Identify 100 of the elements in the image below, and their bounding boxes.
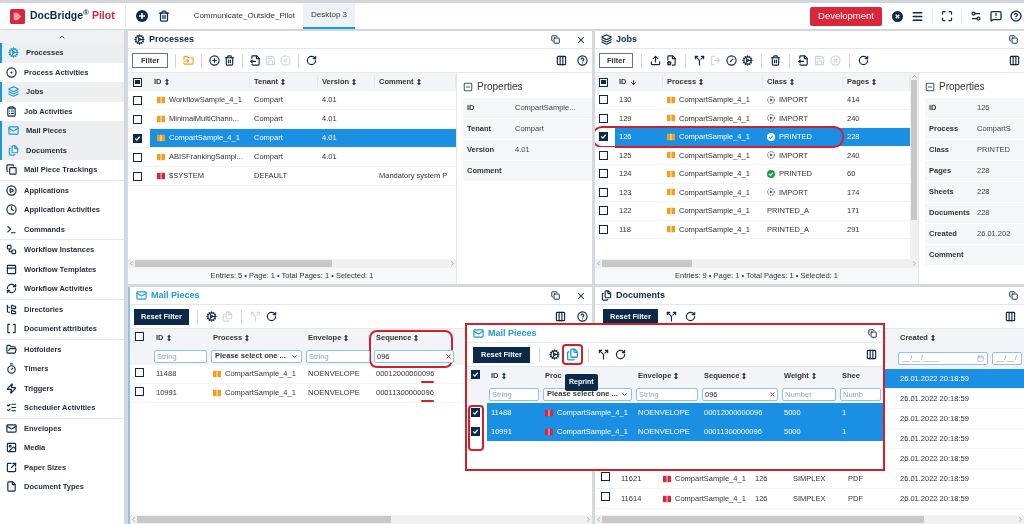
help-icon[interactable] xyxy=(577,311,588,322)
feedback-icon[interactable] xyxy=(990,10,1002,22)
brand-name: DocBridge$^{®}$ xyxy=(30,8,89,24)
checkbox[interactable] xyxy=(135,367,144,377)
sort-icon[interactable] xyxy=(416,78,421,86)
sort-icon[interactable] xyxy=(811,372,816,380)
sort-icon[interactable] xyxy=(872,78,877,86)
help-icon[interactable] xyxy=(577,55,588,66)
block-icon[interactable] xyxy=(726,55,738,66)
checkbox[interactable] xyxy=(133,133,142,143)
panel-title: Mail Pieces xyxy=(151,288,200,302)
close-icon[interactable] xyxy=(576,34,586,45)
refresh-icon[interactable] xyxy=(858,55,870,66)
refresh-icon[interactable] xyxy=(614,349,626,360)
sort-icon[interactable] xyxy=(790,78,794,86)
section-title: Properties xyxy=(477,80,523,94)
sort-icon[interactable] xyxy=(674,372,679,380)
close-circle-icon[interactable] xyxy=(892,10,903,22)
tab[interactable]: Desktop 3 xyxy=(303,3,356,29)
refresh-icon[interactable] xyxy=(684,311,696,322)
folder-icon xyxy=(545,408,553,417)
columns-icon[interactable] xyxy=(1009,55,1020,66)
split-icon[interactable] xyxy=(597,349,609,360)
tab[interactable]: Communicate_Outside_Pilot xyxy=(185,3,304,29)
restore-icon[interactable] xyxy=(551,35,560,44)
checkbox[interactable] xyxy=(599,206,608,216)
checkbox[interactable] xyxy=(133,77,142,87)
clear-icon[interactable] xyxy=(769,390,776,398)
checkbox[interactable] xyxy=(471,427,480,436)
sort-icon[interactable] xyxy=(245,334,250,342)
columns-icon[interactable] xyxy=(866,349,877,360)
checkbox[interactable] xyxy=(599,224,608,234)
collapse-icon[interactable] xyxy=(463,81,473,92)
play-circle-icon xyxy=(767,95,775,104)
sort-down-icon[interactable] xyxy=(629,78,637,86)
export-icon[interactable] xyxy=(250,55,262,66)
checkbox[interactable] xyxy=(471,370,480,380)
checkbox[interactable] xyxy=(133,114,142,124)
sort-icon[interactable] xyxy=(281,78,286,86)
menu-icon[interactable] xyxy=(911,9,924,23)
sort-icon[interactable] xyxy=(164,78,169,86)
checkbox[interactable] xyxy=(599,150,608,160)
folder-icon xyxy=(667,169,675,178)
file-gear-icon[interactable] xyxy=(666,55,678,66)
upload-icon[interactable] xyxy=(650,55,662,66)
checkbox[interactable] xyxy=(599,113,608,123)
gear-icon[interactable] xyxy=(205,311,217,322)
split-icon[interactable] xyxy=(694,55,706,66)
checkbox[interactable] xyxy=(599,95,608,105)
export-icon[interactable] xyxy=(798,55,810,66)
add-icon[interactable] xyxy=(135,10,148,22)
checkbox[interactable] xyxy=(601,492,610,502)
section-title: Properties xyxy=(939,80,985,94)
checkbox[interactable] xyxy=(133,171,142,181)
checkbox[interactable] xyxy=(599,169,608,179)
restore-icon[interactable] xyxy=(868,329,877,338)
envelope-icon xyxy=(6,422,17,434)
checkbox[interactable] xyxy=(601,472,610,482)
close-icon[interactable] xyxy=(576,290,586,301)
refresh-icon[interactable] xyxy=(265,311,277,322)
sort-icon[interactable] xyxy=(166,334,171,342)
sort-icon[interactable] xyxy=(699,78,704,86)
checkbox[interactable] xyxy=(599,77,608,87)
gear-icon[interactable] xyxy=(742,55,754,66)
checkbox[interactable] xyxy=(133,95,142,105)
checkbox[interactable] xyxy=(599,187,608,197)
checkbox[interactable] xyxy=(135,386,144,396)
columns-icon[interactable] xyxy=(556,55,567,66)
sort-icon[interactable] xyxy=(930,334,935,342)
gear-icon[interactable] xyxy=(548,349,560,360)
checkbox[interactable] xyxy=(599,132,608,142)
checkbox[interactable] xyxy=(133,152,142,162)
collapse-icon[interactable] xyxy=(925,81,935,92)
settings-icon[interactable] xyxy=(970,10,982,22)
files-icon xyxy=(8,144,19,156)
checkbox[interactable] xyxy=(135,331,144,341)
trash-icon[interactable] xyxy=(224,55,236,66)
refresh-icon[interactable] xyxy=(306,55,318,66)
play-circle-icon xyxy=(767,151,775,160)
expand-icon[interactable] xyxy=(941,10,953,22)
folder-icon xyxy=(667,132,675,141)
checkbox[interactable] xyxy=(471,408,480,417)
sort-icon[interactable] xyxy=(501,372,506,380)
clear-icon[interactable] xyxy=(445,352,452,360)
split-icon[interactable] xyxy=(665,311,677,322)
sort-icon[interactable] xyxy=(344,334,349,342)
columns-icon[interactable] xyxy=(1005,311,1016,322)
add-icon[interactable] xyxy=(209,55,221,66)
restore-icon[interactable] xyxy=(1009,35,1018,44)
trash-icon[interactable] xyxy=(157,10,170,22)
timer-icon xyxy=(6,363,17,375)
trash-icon[interactable] xyxy=(770,55,782,66)
columns-icon[interactable] xyxy=(555,311,566,322)
sort-icon[interactable] xyxy=(352,78,357,86)
restore-icon[interactable] xyxy=(1009,291,1018,300)
external-link-icon xyxy=(6,461,17,473)
restore-icon[interactable] xyxy=(551,291,560,300)
sort-icon[interactable] xyxy=(414,334,419,342)
sort-icon[interactable] xyxy=(742,372,747,380)
help-icon[interactable] xyxy=(1010,10,1022,22)
